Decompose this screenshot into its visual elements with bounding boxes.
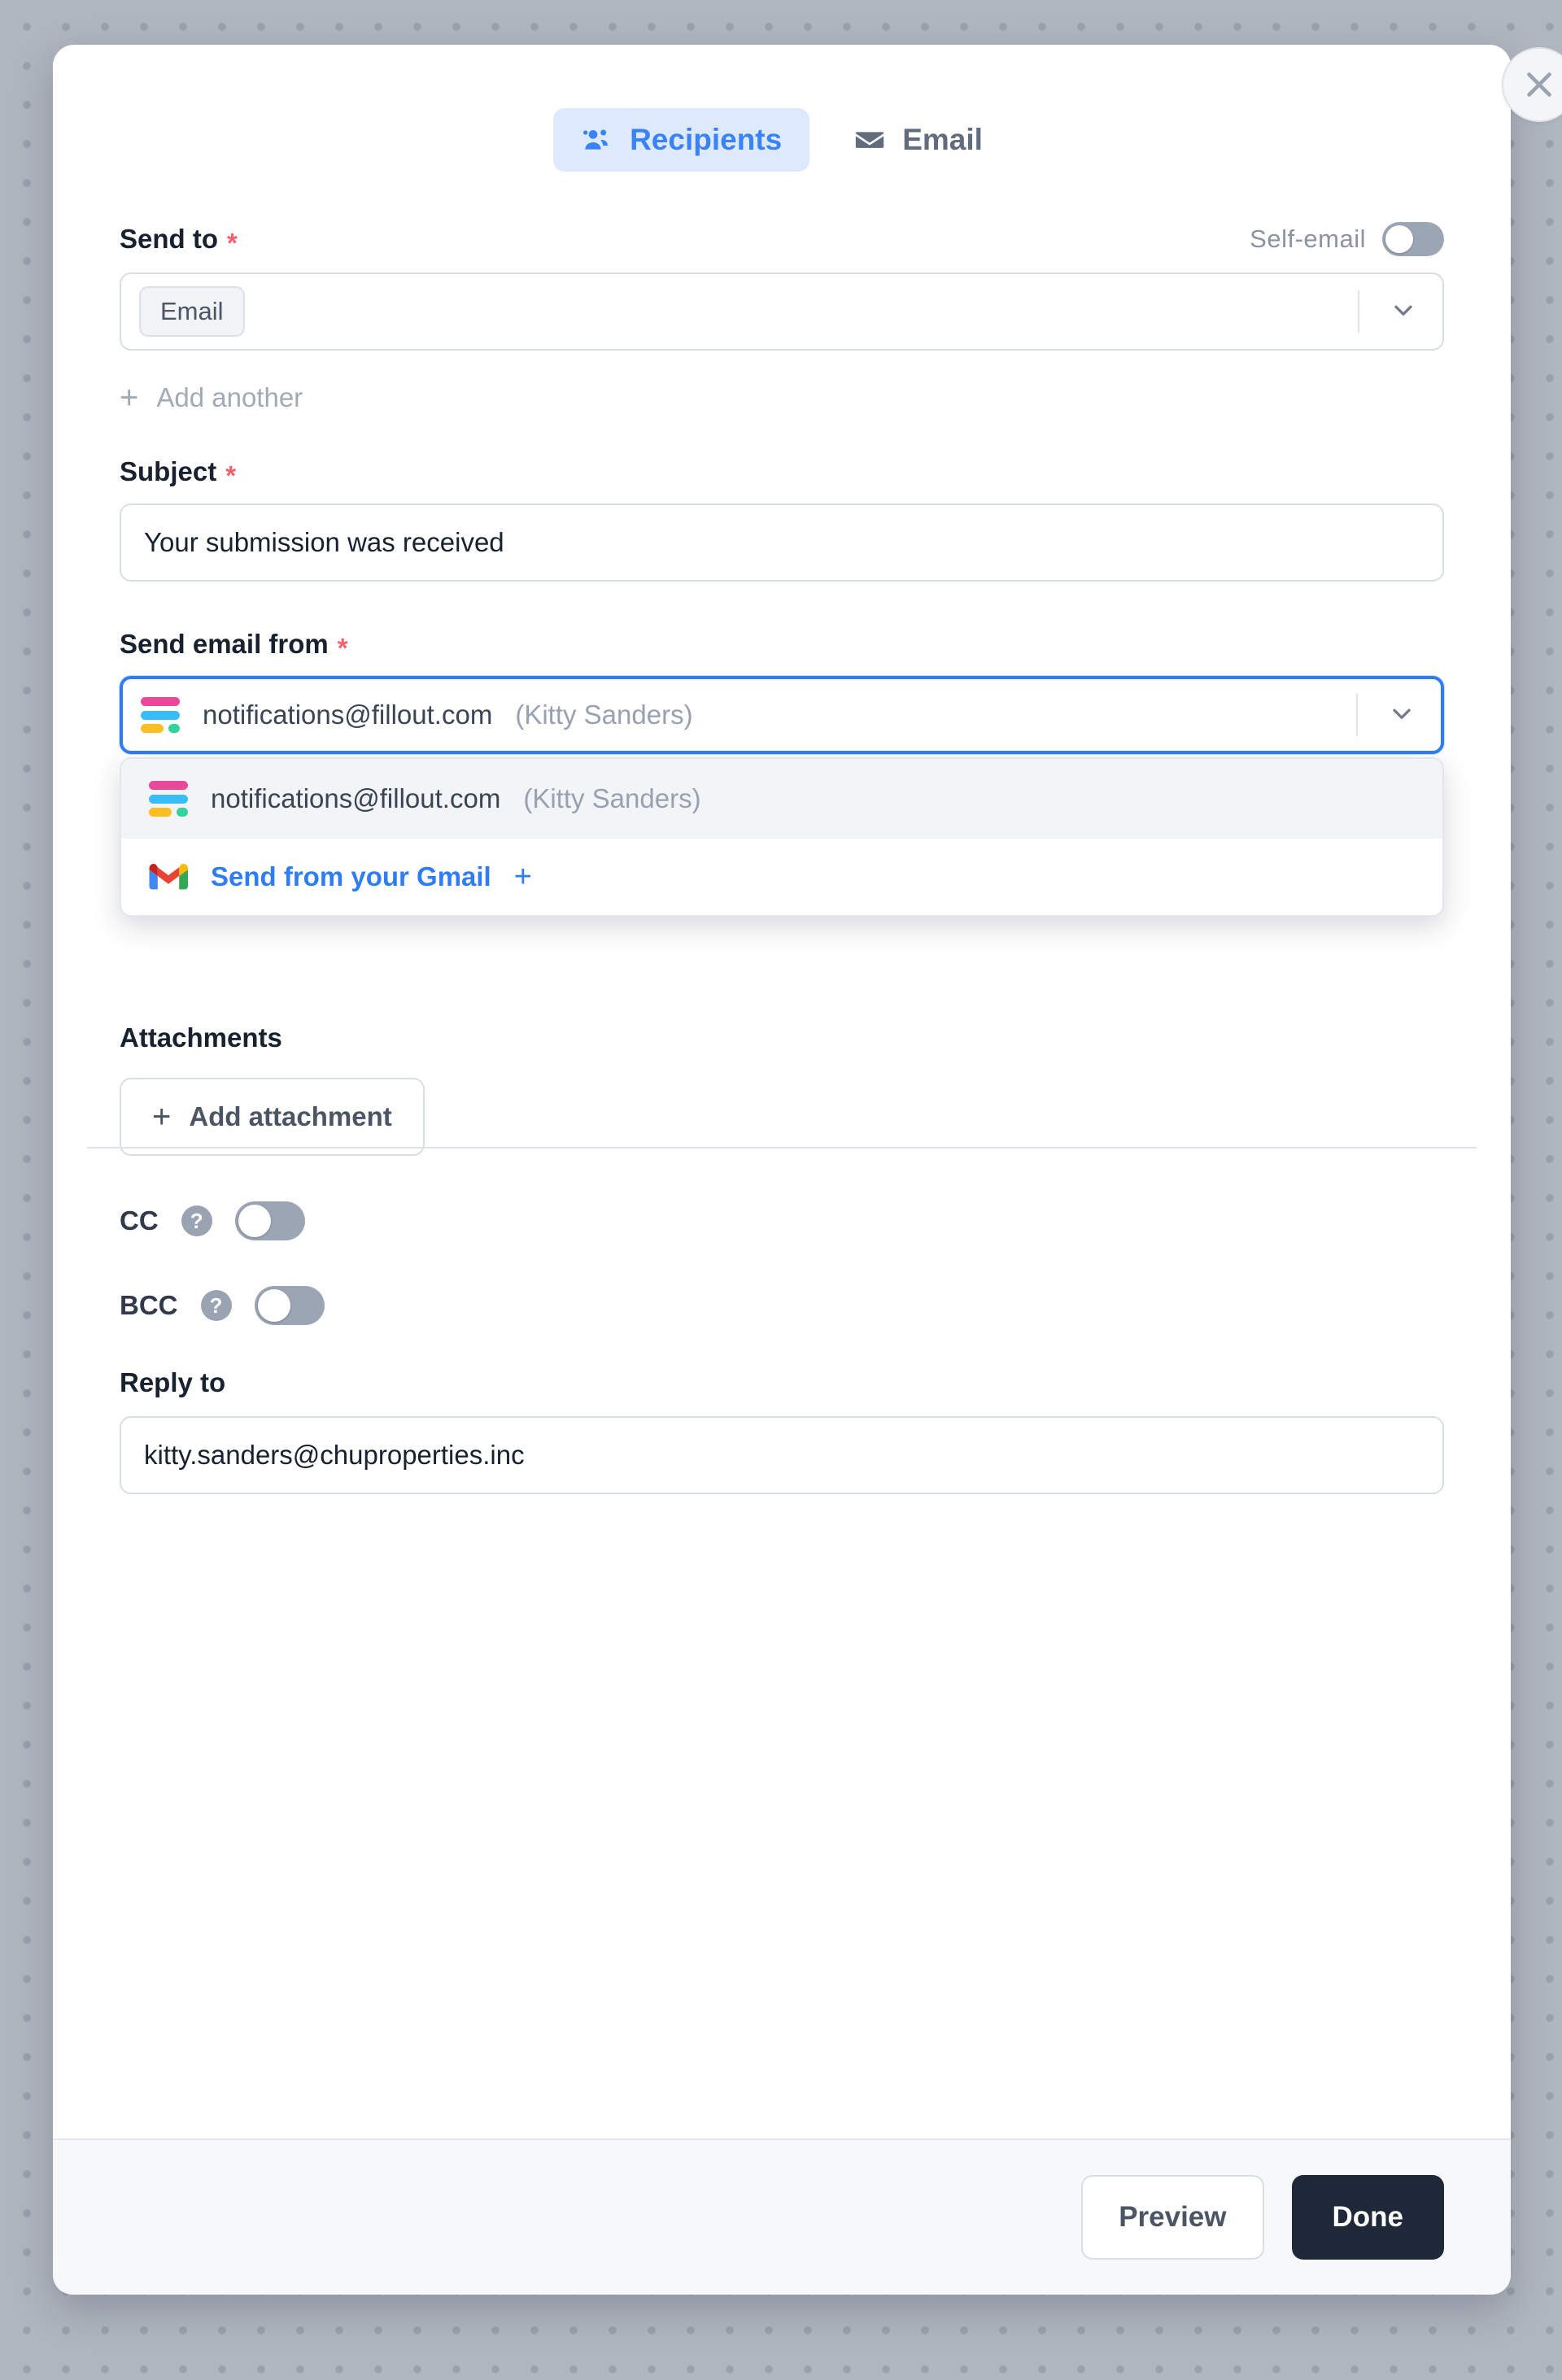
subject-label-text: Subject — [120, 456, 217, 486]
send-to-label: Send to * — [120, 224, 238, 258]
dropdown-option-email: notifications@fillout.com — [211, 783, 501, 813]
select-divider — [1356, 694, 1358, 736]
email-settings-modal: Recipients Email Send to * Self-email Em… — [53, 45, 1562, 2295]
chevron-down-icon[interactable] — [1387, 699, 1416, 732]
tab-email-label: Email — [902, 123, 983, 156]
fillout-logo-icon — [149, 781, 188, 817]
add-attachment-label: Add attachment — [189, 1101, 392, 1131]
send-to-select-right — [1358, 274, 1442, 349]
section-divider — [87, 1147, 1477, 1149]
tab-recipients[interactable]: Recipients — [553, 108, 810, 172]
close-button[interactable] — [1502, 47, 1562, 122]
help-icon[interactable]: ? — [200, 1290, 232, 1321]
reply-to-block: Reply to kitty.sanders@chuproperties.inc — [120, 1367, 1444, 1494]
envelope-icon — [853, 124, 886, 156]
done-button[interactable]: Done — [1291, 2175, 1444, 2260]
self-email-label: Self-email — [1250, 224, 1366, 253]
tab-recipients-label: Recipients — [630, 123, 783, 156]
dropdown-option-name: (Kitty Sanders) — [523, 783, 701, 813]
subject-input[interactable]: Your submission was received — [120, 503, 1444, 582]
cc-row: CC ? — [120, 1201, 1444, 1240]
send-email-from-label: Send email from * — [120, 629, 348, 663]
bcc-label: BCC — [120, 1290, 178, 1320]
send-email-from-select-wrap: notifications@fillout.com (Kitty Sanders… — [120, 676, 1444, 917]
select-divider — [1358, 290, 1359, 333]
send-to-label-row: Send to * Self-email — [120, 222, 1444, 256]
tab-email[interactable]: Email — [826, 108, 1010, 172]
attachments-block: Attachments + Add attachment — [120, 1022, 1444, 1156]
plus-icon: + — [152, 1099, 172, 1135]
attachments-label: Attachments — [120, 1022, 1444, 1053]
send-email-from-select[interactable]: notifications@fillout.com (Kitty Sanders… — [120, 676, 1444, 754]
bcc-row: BCC ? — [120, 1286, 1444, 1325]
send-email-from-block: Send email from * notifications@fillout.… — [120, 629, 1444, 917]
bcc-toggle[interactable] — [254, 1286, 325, 1325]
add-another-label: Add another — [156, 382, 303, 412]
add-another-button[interactable]: + Add another — [120, 381, 303, 414]
send-to-select[interactable]: Email — [120, 272, 1444, 351]
preview-button[interactable]: Preview — [1081, 2175, 1264, 2260]
send-email-from-dropdown: notifications@fillout.com (Kitty Sanders… — [120, 757, 1444, 917]
plus-icon: + — [513, 860, 532, 894]
dropdown-option-gmail-label: Send from your Gmail — [211, 861, 491, 891]
toggle-knob — [238, 1205, 271, 1237]
help-icon[interactable]: ? — [181, 1205, 212, 1236]
toggle-knob — [1385, 225, 1413, 253]
send-email-from-label-row: Send email from * — [120, 629, 1444, 663]
subject-input-value: Your submission was received — [144, 527, 504, 557]
people-icon — [581, 124, 613, 156]
subject-label-row: Subject * — [120, 456, 1444, 490]
reply-to-input[interactable]: kitty.sanders@chuproperties.inc — [120, 1416, 1444, 1494]
toggle-knob — [257, 1289, 290, 1322]
send-to-chip[interactable]: Email — [139, 286, 245, 337]
send-email-from-email: notifications@fillout.com — [203, 700, 493, 730]
cc-toggle[interactable] — [234, 1201, 305, 1240]
subject-label: Subject * — [120, 456, 237, 490]
attachments-label-text: Attachments — [120, 1022, 282, 1053]
reply-to-label-text: Reply to — [120, 1367, 226, 1397]
required-marker: * — [227, 227, 238, 258]
chevron-down-icon[interactable] — [1389, 295, 1418, 329]
modal-tabs: Recipients Email — [53, 108, 1511, 172]
send-to-label-text: Send to — [120, 224, 218, 254]
gmail-icon — [149, 861, 188, 893]
send-email-from-label-text: Send email from — [120, 629, 329, 659]
self-email-control: Self-email — [1250, 222, 1444, 256]
plus-icon: + — [120, 380, 139, 416]
reply-to-label: Reply to — [120, 1367, 1444, 1398]
required-marker: * — [337, 632, 348, 663]
dropdown-option-fillout[interactable]: notifications@fillout.com (Kitty Sanders… — [121, 759, 1442, 839]
cc-label: CC — [120, 1205, 159, 1236]
required-marker: * — [225, 460, 237, 490]
send-email-from-value: notifications@fillout.com (Kitty Sanders… — [141, 697, 693, 733]
send-email-from-name: (Kitty Sanders) — [515, 700, 693, 730]
subject-block: Subject * Your submission was received — [120, 456, 1444, 582]
add-attachment-button[interactable]: + Add attachment — [120, 1078, 425, 1156]
reply-to-input-value: kitty.sanders@chuproperties.inc — [144, 1440, 525, 1470]
close-icon — [1521, 66, 1558, 103]
form-content: Send to * Self-email Email + Add another… — [120, 222, 1444, 1494]
modal-body: Recipients Email Send to * Self-email Em… — [53, 45, 1511, 2138]
fillout-logo-icon — [141, 697, 180, 733]
send-email-from-select-right — [1356, 679, 1441, 751]
dropdown-option-gmail[interactable]: Send from your Gmail + — [121, 839, 1442, 915]
self-email-toggle[interactable] — [1382, 222, 1444, 256]
modal-footer: Preview Done — [53, 2138, 1511, 2295]
